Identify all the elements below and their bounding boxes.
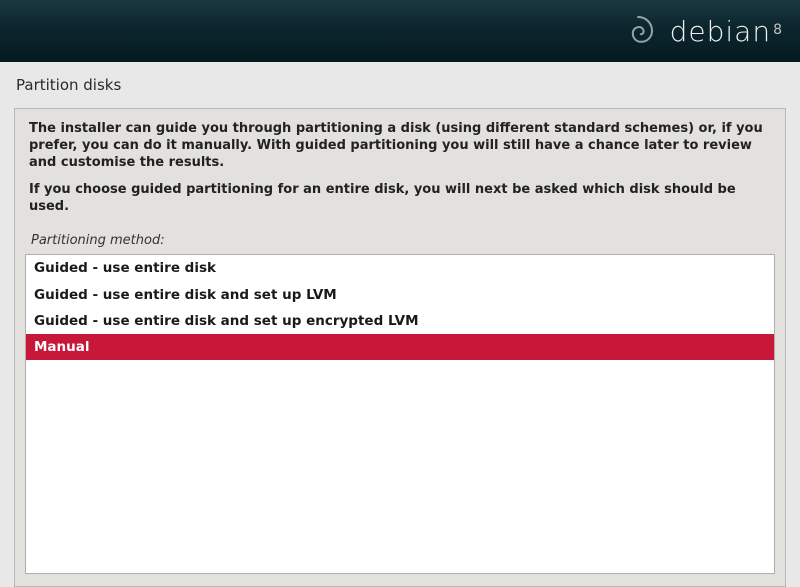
debian-swirl-icon (618, 11, 658, 51)
brand-text: debian8 (670, 15, 782, 48)
partitioning-method-label: Partitioning method: (25, 231, 775, 254)
description-paragraph-1: The installer can guide you through part… (29, 121, 771, 172)
option-guided-entire-disk[interactable]: Guided - use entire disk (26, 255, 774, 281)
option-manual[interactable]: Manual (26, 334, 774, 360)
description-text: The installer can guide you through part… (25, 119, 775, 231)
installer-header: debian8 (0, 0, 800, 62)
page-title: Partition disks (16, 76, 784, 94)
content-frame: The installer can guide you through part… (14, 108, 786, 587)
option-guided-lvm[interactable]: Guided - use entire disk and set up LVM (26, 282, 774, 308)
debian-logo: debian8 (618, 11, 782, 51)
option-guided-encrypted-lvm[interactable]: Guided - use entire disk and set up encr… (26, 308, 774, 334)
description-paragraph-2: If you choose guided partitioning for an… (29, 182, 771, 216)
page-title-bar: Partition disks (0, 62, 800, 104)
partitioning-options-list: Guided - use entire disk Guided - use en… (25, 254, 775, 574)
